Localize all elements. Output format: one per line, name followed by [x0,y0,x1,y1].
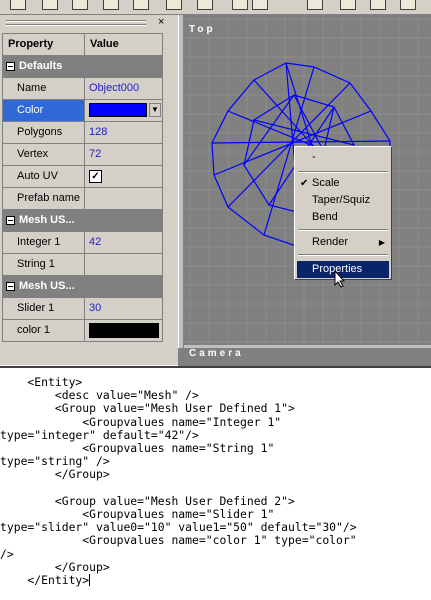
property-value-field[interactable] [85,188,163,209]
toolbar-save-icon[interactable] [72,0,88,10]
color-swatch[interactable] [89,323,159,338]
property-name: Prefab name [3,188,85,209]
property-row-prefab-name[interactable]: Prefab name [3,188,163,210]
property-name: Name [3,78,85,99]
check-icon: ✔ [300,178,309,189]
menu-separator [298,254,388,256]
grid-header-row: Property Value [3,34,163,56]
color-picker[interactable]: ▼ [85,100,163,121]
group-row-defaults[interactable]: Defaults [3,56,163,78]
code-line: type="string" /> [0,454,110,469]
property-name: Color [3,100,85,121]
code-line: type="integer" default="42"/> [0,427,199,442]
panel-close-icon[interactable]: × [158,16,164,28]
code-line: <Groupvalues name="Integer 1" [0,414,282,429]
menu-item-scale[interactable]: ✔ Scale [297,175,389,192]
property-name: Slider 1 [3,298,85,319]
group-row-mesh-user-2[interactable]: Mesh US... [3,276,163,298]
code-line: <Groupvalues name="Slider 1" [0,507,275,522]
code-line: /> [0,546,14,561]
menu-item-bend[interactable]: Bend [297,209,389,226]
xml-code[interactable]: <Entity> <desc value="Mesh" /> <Group va… [0,375,357,588]
property-row-vertex[interactable]: Vertex 72 [3,144,163,166]
property-value-cell: ✓ [85,166,163,187]
property-row-auto-uv[interactable]: Auto UV ✓ [3,166,163,188]
code-line: <Group value="Mesh User Defined 1"> [0,401,295,416]
menu-item-label: Scale [312,177,340,189]
code-line: <Groupvalues name="color 1" type="color" [0,533,357,548]
menu-separator [298,229,388,231]
property-name: Auto UV [3,166,85,187]
property-value-field[interactable]: 72 [85,144,163,165]
code-line: type="slider" value0="10" value1="50" de… [0,520,357,535]
property-name: Polygons [3,122,85,143]
property-name: String 1 [3,254,85,275]
menu-separator [298,171,388,173]
code-line: <Groupvalues name="String 1" [0,441,275,456]
property-row-string-1[interactable]: String 1 [3,254,163,276]
toolbar-cut-icon[interactable] [103,0,119,10]
property-row-integer-1[interactable]: Integer 1 42 [3,232,163,254]
code-line: <desc value="Mesh" /> [0,388,199,403]
auto-uv-checkbox[interactable]: ✓ [89,170,102,183]
viewport-camera-label: Camera [189,348,244,359]
panel-grip[interactable] [6,20,146,21]
menu-item-label: Render [312,236,349,248]
toolbar-new-icon[interactable] [10,0,26,10]
toolbar-paste-icon[interactable] [166,0,182,10]
toolbar-redo-icon[interactable] [252,0,268,10]
property-grid: Property Value Defaults Name Object000 C… [2,33,163,342]
dropdown-arrow-icon[interactable]: ▼ [149,103,161,117]
property-name: Integer 1 [3,232,85,253]
group-title: Mesh US... [19,214,75,226]
property-row-color-1[interactable]: color 1 [3,320,163,342]
menu-item-render[interactable]: Render ▶ [297,234,389,251]
context-menu: - ✔ Scale Taper/Squiz Bend Render ▶ Prop… [294,146,392,280]
color-picker[interactable] [85,320,163,341]
toolbar-open-icon[interactable] [42,0,58,10]
property-value-field[interactable]: Object000 [85,78,163,99]
property-value-field[interactable]: 30 [85,298,163,319]
mouse-cursor-icon [334,270,346,288]
code-line: <Entity> [0,375,83,389]
property-row-polygons[interactable]: Polygons 128 [3,122,163,144]
xml-editor[interactable]: <Entity> <desc value="Mesh" /> <Group va… [0,366,431,600]
camera-viewport[interactable]: Camera [178,348,431,366]
group-title: Mesh US... [19,280,75,292]
group-title: Defaults [19,60,63,72]
value-column-header[interactable]: Value [85,34,163,55]
property-row-name[interactable]: Name Object000 [3,78,163,100]
property-name: Vertex [3,144,85,165]
toolbar-delete-icon[interactable] [197,0,213,10]
property-column-header[interactable]: Property [3,34,85,55]
toolbar-view-icon[interactable] [370,0,386,10]
property-row-color[interactable]: Color ▼ [3,100,163,122]
property-row-slider-1[interactable]: Slider 1 30 [3,298,163,320]
code-line: <Group value="Mesh User Defined 2"> [0,493,295,508]
toolbar-layout-icon[interactable] [400,0,416,10]
submenu-arrow-icon: ▶ [378,238,385,247]
toolbar-undo-icon[interactable] [232,0,248,10]
menu-item-taper[interactable]: Taper/Squiz [297,192,389,209]
main-toolbar [0,0,431,15]
code-line: </Entity> [0,573,90,588]
property-panel: × Property Value Defaults Name Object000… [0,15,178,365]
menu-item-dash[interactable]: - [297,149,389,166]
property-value-field[interactable] [85,254,163,275]
panel-grip[interactable] [6,24,146,25]
property-name: color 1 [3,320,85,341]
group-row-mesh-user-1[interactable]: Mesh US... [3,210,163,232]
property-value-field[interactable]: 128 [85,122,163,143]
text-caret [89,574,91,587]
color-swatch[interactable] [89,103,147,117]
toolbar-copy-icon[interactable] [133,0,149,10]
viewport-top-label: Top [189,24,216,35]
property-value-field[interactable]: 42 [85,232,163,253]
code-line: </Group> [0,467,110,482]
toolbar-search-icon[interactable] [340,0,356,10]
code-line: </Group> [0,559,110,574]
panel-titlebar[interactable]: × [0,15,178,31]
toolbar-zoom-icon[interactable] [307,0,323,10]
